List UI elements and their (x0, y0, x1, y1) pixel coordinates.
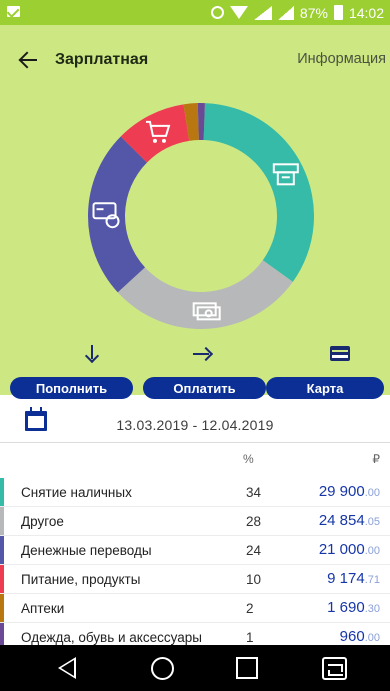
donut-slice[interactable] (203, 103, 314, 282)
category-amount: 24 854.05 (319, 512, 380, 529)
page-title: Зарплатная (55, 51, 149, 68)
amount-whole: 1 690 (327, 599, 365, 616)
clock: 14:02 (348, 4, 384, 21)
divider (0, 442, 390, 443)
category-label: Одежда, обувь и аксессуары (21, 630, 202, 645)
category-label: Снятие наличных (21, 485, 132, 500)
category-label: Питание, продукты (21, 572, 141, 587)
amount-cents: .00 (364, 487, 380, 499)
amount-cents: .00 (364, 632, 380, 644)
category-amount: 29 900.00 (319, 483, 380, 500)
category-color-bar (0, 478, 4, 506)
donut-slices (88, 103, 314, 329)
arrow-down-icon[interactable] (84, 345, 100, 363)
shopping-cart-icon-part (152, 138, 157, 143)
nav-back-icon[interactable] (58, 657, 76, 679)
donut-slice[interactable] (88, 136, 148, 293)
amount-cents: .00 (364, 545, 380, 557)
nav-recent-apps-icon[interactable] (236, 657, 258, 679)
card-button[interactable]: Карта (266, 377, 384, 399)
category-amount: 960.00 (340, 628, 380, 645)
category-label: Денежные переводы (21, 543, 152, 558)
category-color-bar (0, 565, 4, 593)
amount-cents: .71 (364, 574, 380, 586)
category-percent: 1 (246, 630, 254, 645)
category-color-bar (0, 594, 4, 622)
amount-whole: 29 900 (318, 483, 365, 500)
category-percent: 2 (246, 601, 254, 616)
category-color-bar (0, 507, 4, 535)
period-selector[interactable]: 13.03.2019 - 12.04.2019 (0, 405, 390, 445)
category-percent: 24 (246, 543, 262, 558)
spending-donut-chart (88, 103, 314, 329)
table-row[interactable]: Денежные переводы 24 21 000.00 (0, 536, 390, 565)
amount-cents: .30 (364, 603, 380, 615)
amount-whole: 24 854 (318, 512, 365, 529)
alarm-icon (210, 6, 224, 19)
signal-icon (253, 5, 272, 20)
category-percent: 34 (246, 485, 262, 500)
battery-icon (333, 5, 343, 20)
android-nav-bar (0, 645, 390, 691)
nav-swap-icon[interactable] (322, 657, 347, 680)
nav-home-icon[interactable] (151, 657, 174, 680)
card-icon[interactable] (330, 346, 350, 361)
amount-cents: .05 (364, 516, 380, 528)
category-table: Снятие наличных 34 29 900.00 Другое 28 24 854… (0, 478, 390, 652)
currency-column-header: ₽ (372, 452, 380, 466)
action-icons-row (0, 345, 390, 365)
category-percent: 28 (246, 514, 262, 529)
status-indicators: 87% 14:02 (210, 3, 384, 22)
amount-whole: 960 (339, 628, 365, 645)
wifi-icon (229, 6, 248, 19)
info-link[interactable]: Информация (297, 51, 386, 67)
category-label: Аптеки (21, 601, 65, 616)
back-arrow-icon[interactable] (18, 49, 42, 71)
account-header: Зарплатная Информация (0, 25, 390, 395)
period-range[interactable]: 13.03.2019 - 12.04.2019 (0, 417, 390, 433)
battery-percent: 87% (299, 4, 328, 21)
amount-whole: 9 174 (327, 570, 365, 587)
pay-button[interactable]: Оплатить (143, 377, 266, 399)
amount-whole: 21 000 (318, 541, 365, 558)
category-label: Другое (21, 514, 64, 529)
arrow-right-icon[interactable] (193, 346, 213, 362)
category-color-bar (0, 536, 4, 564)
percent-column-header: % (243, 452, 254, 466)
signal-strength-icon (277, 5, 294, 20)
shopping-cart-icon-part (161, 138, 166, 143)
table-row[interactable]: Аптеки 2 1 690.30 (0, 594, 390, 623)
table-row[interactable]: Питание, продукты 10 9 174.71 (0, 565, 390, 594)
category-amount: 1 690.30 (327, 599, 380, 616)
status-bar: 87% 14:02 (0, 0, 390, 25)
topup-button[interactable]: Пополнить (10, 377, 133, 399)
category-amount: 9 174.71 (327, 570, 380, 587)
table-row[interactable]: Другое 28 24 854.05 (0, 507, 390, 536)
category-amount: 21 000.00 (319, 541, 380, 558)
mail-icon (7, 6, 20, 17)
table-row[interactable]: Снятие наличных 34 29 900.00 (0, 478, 390, 507)
category-percent: 10 (246, 572, 262, 587)
